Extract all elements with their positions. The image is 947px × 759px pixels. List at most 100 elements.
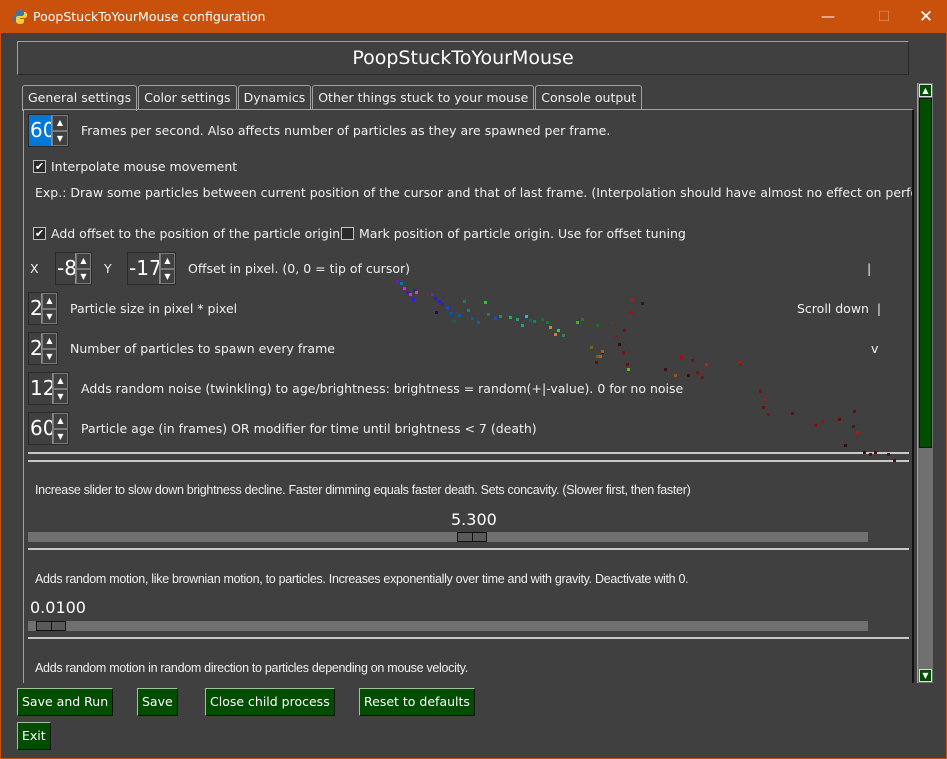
header-frame: PoopStuckToYourMouse xyxy=(17,41,909,75)
offset-y-down-arrow-icon[interactable]: ▼ xyxy=(160,268,175,284)
age-down-arrow-icon[interactable]: ▼ xyxy=(53,428,68,444)
particle-size-value[interactable]: 2 xyxy=(29,293,43,324)
interpolate-label[interactable]: Interpolate mouse movement xyxy=(51,159,237,174)
particle-size-label: Particle size in pixel * pixel xyxy=(70,301,238,316)
interpolate-checkbox[interactable]: ✔ xyxy=(33,160,46,173)
age-row: 60 ▲ ▼ Particle age (in frames) OR modif… xyxy=(28,412,537,445)
noise-row: 12 ▲ ▼ Adds random noise (twinkling) to … xyxy=(28,372,683,405)
fps-row: 60 ▲ ▼ Frames per second. Also affects n… xyxy=(28,114,610,147)
age-value[interactable]: 60 xyxy=(29,413,55,444)
particle-size-arrows: ▲ ▼ xyxy=(41,293,57,324)
fps-label: Frames per second. Also affects number o… xyxy=(81,123,611,138)
brownian-row: Adds random motion, like brownian motion… xyxy=(35,572,689,586)
brightness-decline-slider[interactable] xyxy=(28,532,868,542)
noise-up-arrow-icon[interactable]: ▲ xyxy=(53,373,68,389)
particles-per-frame-spinbox[interactable]: 2 ▲ ▼ xyxy=(28,332,58,365)
particles-per-frame-value[interactable]: 2 xyxy=(29,333,43,364)
offset-x-spinbox[interactable]: -8 ▲ ▼ xyxy=(55,252,92,285)
particles-per-frame-label: Number of particles to spawn every frame xyxy=(70,341,335,356)
brownian-slider-thumb[interactable] xyxy=(36,621,66,631)
fps-arrows: ▲ ▼ xyxy=(51,115,68,146)
app-heading: PoopStuckToYourMouse xyxy=(352,47,574,69)
brightness-decline-slider-thumb[interactable] xyxy=(457,532,487,542)
brownian-slider[interactable] xyxy=(28,621,868,631)
age-spinbox[interactable]: 60 ▲ ▼ xyxy=(28,412,69,445)
scroll-up-arrow-icon[interactable]: ▲ xyxy=(919,84,932,97)
scroll-hint-line1: | xyxy=(867,261,871,276)
fps-spinbox[interactable]: 60 ▲ ▼ xyxy=(28,114,69,147)
exit-button[interactable]: Exit xyxy=(17,722,51,750)
add-offset-checkbox[interactable]: ✔ xyxy=(33,227,46,240)
tab-general-settings[interactable]: General settings xyxy=(22,85,138,111)
mark-origin-row: Mark position of particle origin. Use fo… xyxy=(341,226,686,241)
vertical-scrollbar[interactable]: ▲ ▼ xyxy=(917,83,933,683)
scroll-hint-text: Scroll down | xyxy=(797,301,882,316)
noise-spinbox[interactable]: 12 ▲ ▼ xyxy=(28,372,69,405)
offset-x-up-arrow-icon[interactable]: ▲ xyxy=(76,253,91,269)
offset-x-arrows: ▲ ▼ xyxy=(75,253,91,284)
particle-size-row: 2 ▲ ▼ Particle size in pixel * pixel xyxy=(28,292,237,325)
offset-x-value[interactable]: -8 xyxy=(56,253,77,284)
general-settings-panel: 60 ▲ ▼ Frames per second. Also affects n… xyxy=(23,109,914,683)
age-label: Particle age (in frames) OR modifier for… xyxy=(81,421,537,436)
tab-console-output[interactable]: Console output xyxy=(535,85,643,110)
velocity-motion-row: Adds random motion in random direction t… xyxy=(35,661,468,675)
tab-other-things[interactable]: Other things stuck to your mouse xyxy=(312,85,535,110)
particles-per-frame-down-arrow-icon[interactable]: ▼ xyxy=(42,348,57,364)
app-window: PoopStuckToYourMouse configuration — ☐ ✕… xyxy=(0,0,947,759)
close-button[interactable]: ✕ xyxy=(903,1,947,33)
fps-up-arrow-icon[interactable]: ▲ xyxy=(52,115,68,131)
save-button[interactable]: Save xyxy=(137,688,178,716)
reset-to-defaults-button[interactable]: Reset to defaults xyxy=(359,688,475,716)
minimize-button[interactable]: — xyxy=(805,1,851,33)
fps-down-arrow-icon[interactable]: ▼ xyxy=(52,130,68,146)
scrollbar-thumb[interactable] xyxy=(919,98,932,448)
age-up-arrow-icon[interactable]: ▲ xyxy=(53,413,68,429)
maximize-button[interactable]: ☐ xyxy=(861,1,907,33)
fps-value[interactable]: 60 xyxy=(29,115,55,146)
scroll-down-arrow-icon[interactable]: ▼ xyxy=(919,669,932,682)
brightness-decline-label: Increase slider to slow down brightness … xyxy=(35,483,691,497)
separator xyxy=(28,452,909,454)
offset-y-up-arrow-icon[interactable]: ▲ xyxy=(160,253,175,269)
save-and-run-button[interactable]: Save and Run xyxy=(17,688,114,716)
particles-per-frame-arrows: ▲ ▼ xyxy=(41,333,57,364)
add-offset-row: ✔ Add offset to the position of the part… xyxy=(33,226,340,241)
python-app-icon xyxy=(12,9,28,25)
offset-row: X -8 ▲ ▼ Y -17 ▲ ▼ Offset in pixel. (0, … xyxy=(30,252,410,285)
noise-value[interactable]: 12 xyxy=(29,373,55,404)
noise-down-arrow-icon[interactable]: ▼ xyxy=(53,388,68,404)
noise-label: Adds random noise (twinkling) to age/bri… xyxy=(81,381,684,396)
particle-size-up-arrow-icon[interactable]: ▲ xyxy=(42,293,57,309)
offset-y-spinbox[interactable]: -17 ▲ ▼ xyxy=(127,252,176,285)
scroll-hint-line2: Scroll down | xyxy=(797,301,881,316)
tab-bar: General settings Color settings Dynamics… xyxy=(22,85,643,111)
scroll-hint-arrow-icon: v xyxy=(871,341,879,356)
close-child-process-button[interactable]: Close child process xyxy=(205,688,335,716)
offset-x-label: X xyxy=(30,261,39,276)
offset-y-value[interactable]: -17 xyxy=(128,253,162,284)
noise-arrows: ▲ ▼ xyxy=(52,373,68,404)
age-arrows: ▲ ▼ xyxy=(52,413,68,444)
interpolate-row: ✔ Interpolate mouse movement xyxy=(33,159,237,174)
interpolate-explanation-row: Exp.: Draw some particles between curren… xyxy=(35,185,914,200)
separator xyxy=(28,548,909,550)
particles-per-frame-row: 2 ▲ ▼ Number of particles to spawn every… xyxy=(28,332,335,365)
scroll-hint-line3: v xyxy=(871,341,878,356)
offset-label: Offset in pixel. (0, 0 = tip of cursor) xyxy=(188,261,410,276)
add-offset-label[interactable]: Add offset to the position of the partic… xyxy=(51,226,340,241)
offset-y-label: Y xyxy=(104,261,112,276)
mark-origin-checkbox[interactable] xyxy=(341,227,354,240)
brownian-value: 0.0100 xyxy=(30,598,86,617)
particle-size-spinbox[interactable]: 2 ▲ ▼ xyxy=(28,292,58,325)
velocity-motion-label: Adds random motion in random direction t… xyxy=(35,661,468,675)
brownian-label: Adds random motion, like brownian motion… xyxy=(35,572,689,586)
tab-color-settings[interactable]: Color settings xyxy=(138,85,237,110)
interpolate-explanation: Exp.: Draw some particles between curren… xyxy=(35,185,914,200)
mark-origin-label[interactable]: Mark position of particle origin. Use fo… xyxy=(359,226,686,241)
particle-size-down-arrow-icon[interactable]: ▼ xyxy=(42,308,57,324)
brightness-decline-row: Increase slider to slow down brightness … xyxy=(35,483,691,497)
tab-dynamics[interactable]: Dynamics xyxy=(237,85,312,110)
particles-per-frame-up-arrow-icon[interactable]: ▲ xyxy=(42,333,57,349)
offset-x-down-arrow-icon[interactable]: ▼ xyxy=(76,268,91,284)
